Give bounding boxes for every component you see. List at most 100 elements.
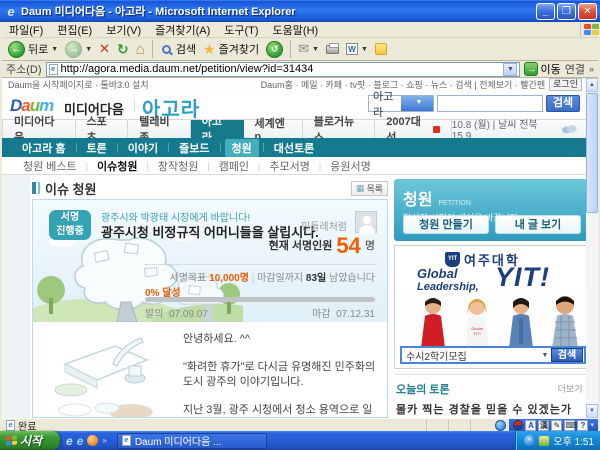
langbar-options-icon[interactable]: ▾ [590, 421, 594, 429]
browser-toolbar: ← 뒤로 ▼ → ▼ ✕ ↻ ⌂ 검색 ★ 즐겨찾기 ↺ ✉ ▼ W ▼ [2, 38, 598, 61]
menu-bar: 파일(F) 편집(E) 보기(V) 즐겨찾기(A) 도구(T) 도움말(H) [2, 22, 598, 38]
tab-agora[interactable]: 아고라 [191, 120, 244, 138]
header-search-input[interactable] [437, 95, 543, 112]
menu-tools[interactable]: 도구(T) [217, 22, 265, 38]
my-posts-button[interactable]: 내 글 보기 [495, 215, 581, 234]
tab-mediadaum[interactable]: 미디어다음 [2, 120, 76, 138]
scroll-up-icon[interactable]: ▲ [586, 78, 598, 92]
create-petition-button[interactable]: 청원 만들기 [403, 215, 489, 234]
go-button[interactable]: → 이동 [524, 61, 560, 77]
home-button[interactable]: ⌂ [134, 39, 147, 60]
ime-help-icon[interactable]: ? [577, 420, 588, 431]
ad-banner[interactable]: YIT 여주대학 GlobalLeadership, YIT! Global Y… [394, 245, 590, 369]
header-divider [134, 99, 135, 112]
more-link[interactable]: 더보기 · [558, 382, 588, 395]
list-button[interactable]: ▦ 목록 [351, 181, 388, 196]
subnav-story[interactable]: 이야기 [118, 140, 168, 156]
set-homepage-link[interactable]: Daum을 시작페이지로 · 툴바3.0 설치 [8, 78, 149, 91]
quick-launch-ie2-icon[interactable]: e [77, 434, 84, 448]
keyboard-icon[interactable]: ⌨ [564, 420, 575, 431]
start-label: 시작 [20, 432, 42, 449]
tab-blogernews[interactable]: 블로거뉴스 [303, 120, 376, 138]
subnav-creative-petition[interactable]: 창작청원 [149, 158, 207, 174]
back-dropdown-icon[interactable]: ▼ [51, 46, 58, 53]
debate-item[interactable]: 몰카 찍는 경찰을 믿을 수 있겠는가 [396, 401, 572, 417]
todays-debate-title: 오늘의 토론 [396, 381, 450, 397]
forward-dropdown-icon[interactable]: ▼ [85, 46, 92, 53]
ad-select-arrow-icon[interactable]: ▼ [539, 352, 551, 359]
mail-button[interactable]: ✉ ▼ [296, 39, 321, 60]
ad-search-bar: 수시2학기모집 ▼ 검색 [400, 346, 586, 364]
subnav-board[interactable]: 즐보드 [169, 140, 219, 156]
task-button-daum[interactable]: e Daum 미디어다음 ... [117, 433, 267, 449]
current-signers-unit: 명 [365, 237, 375, 256]
subnav-best[interactable]: 청원 베스트 [14, 158, 86, 174]
subnav-petition-active[interactable]: 청원 [225, 139, 259, 157]
tab-2007election[interactable]: 2007대선 [375, 120, 452, 138]
author-avatar[interactable] [355, 211, 377, 233]
quick-launch-overflow-icon[interactable]: » [102, 436, 106, 445]
address-label: 주소(D) [6, 61, 42, 77]
ime-pad-icon[interactable]: ✎ [551, 420, 562, 431]
tab-sports[interactable]: 스포츠 [76, 120, 129, 138]
header-search-button[interactable]: 검색 [546, 95, 580, 112]
forward-button[interactable]: → ▼ [63, 39, 94, 60]
favorites-button[interactable]: ★ 즐겨찾기 [201, 39, 261, 60]
menu-help[interactable]: 도움말(H) [266, 22, 326, 38]
subnav-home[interactable]: 아고라 홈 [12, 140, 76, 156]
ad-select[interactable]: 수시2학기모집 [402, 348, 539, 363]
quick-launch-app-icon[interactable] [87, 435, 98, 446]
print-button[interactable] [324, 39, 341, 60]
mail-dropdown-icon[interactable]: ▼ [312, 46, 319, 53]
petition-author[interactable]: 민들레처럼 [301, 218, 347, 233]
status-pane [448, 420, 470, 431]
menu-favorites[interactable]: 즐겨찾기(A) [148, 22, 217, 38]
section-bar-icon [32, 182, 36, 194]
current-signers-label: 현재 서명인원 [269, 237, 333, 256]
select-arrow-icon[interactable]: ▼ [401, 96, 433, 111]
menu-edit[interactable]: 편집(E) [50, 22, 99, 38]
login-button[interactable]: 로그인 [549, 78, 582, 91]
screen: e Daum 미디어다음 - 아고라 - Microsoft Internet … [0, 0, 600, 450]
back-button[interactable]: ← 뒤로 ▼ [6, 39, 60, 60]
messenger-button[interactable] [373, 39, 389, 60]
alpha-mode-icon[interactable]: A [525, 420, 536, 431]
gnb-links[interactable]: Daum홈 · 메일 · 카페 · tv팟 · 블로그 · 쇼핑 · 뉴스 · … [261, 78, 546, 91]
history-button[interactable]: ↺ [264, 39, 285, 60]
search-button[interactable]: 검색 [158, 39, 198, 60]
start-button[interactable]: 시작 [0, 431, 60, 450]
address-input[interactable]: e http://agora.media.daum.net/petition/v… [46, 62, 521, 77]
tray-app-icon[interactable] [539, 436, 549, 446]
subnav-issue-petition[interactable]: 이슈청원 [88, 158, 146, 174]
korean-ime-icon[interactable] [513, 420, 523, 430]
menu-view[interactable]: 보기(V) [99, 22, 148, 38]
favorites-label: 즐겨찾기 [219, 41, 259, 57]
tab-segyen[interactable]: 세계엔n [244, 120, 303, 138]
hanja-icon[interactable]: 漢 [538, 420, 549, 431]
menu-file[interactable]: 파일(F) [2, 22, 50, 38]
search-category-select[interactable]: 아고라 ▼ [368, 95, 434, 112]
subnav-cheering[interactable]: 응원서명 [321, 158, 379, 174]
tab-tvzone[interactable]: 텔레비존 [128, 120, 191, 138]
scroll-down-icon[interactable]: ▼ [586, 404, 598, 418]
subnav-election-debate[interactable]: 대선토론 [264, 140, 324, 156]
links-label[interactable]: 연결 [565, 61, 585, 77]
subnav-memorial[interactable]: 추모서명 [260, 158, 318, 174]
stop-button[interactable]: ✕ [97, 39, 112, 60]
refresh-button[interactable]: ↻ [115, 39, 131, 60]
ie-window-icon: e [3, 4, 19, 19]
address-dropdown-icon[interactable]: ▼ [503, 63, 517, 76]
ad-search-button[interactable]: 검색 [551, 348, 583, 362]
scrollbar-thumb[interactable] [586, 93, 598, 213]
vertical-scrollbar[interactable]: ▲ ▼ [586, 78, 598, 418]
subnav-campaign[interactable]: 캠페인 [210, 158, 258, 174]
tray-hide-icon[interactable]: « [524, 435, 535, 446]
edit-dropdown-icon[interactable]: ▼ [361, 46, 368, 53]
edit-button[interactable]: W ▼ [344, 39, 370, 60]
maximize-button[interactable]: ❐ [557, 3, 576, 20]
minimize-button[interactable]: _ [536, 3, 555, 20]
subnav-debate[interactable]: 토론 [77, 140, 117, 156]
links-chevron-icon[interactable]: » [589, 64, 594, 74]
close-button[interactable]: ✕ [578, 3, 597, 20]
quick-launch-ie-icon[interactable]: e [66, 434, 73, 448]
